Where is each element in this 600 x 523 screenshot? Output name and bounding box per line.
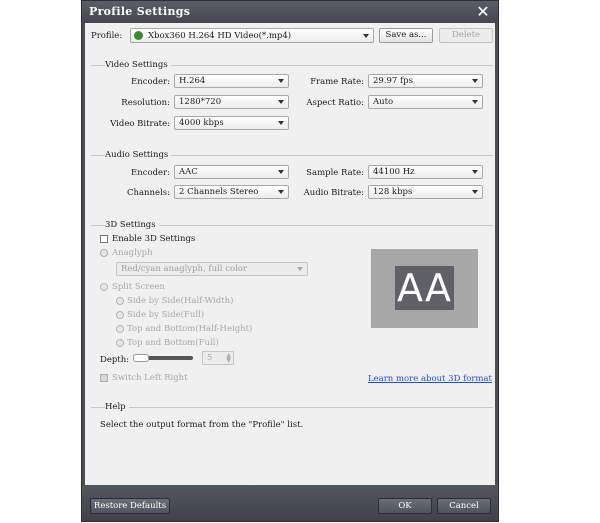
profile-select[interactable]: Xbox360 H.264 HD Video(*.mp4) (130, 28, 374, 43)
help-title: Help (105, 402, 129, 412)
depth-spinbox[interactable]: 5 ▲ ▼ (202, 351, 234, 365)
3d-preview: AA (371, 249, 478, 328)
spin-arrows-icon[interactable]: ▲ ▼ (226, 353, 231, 364)
video-bitrate-select[interactable]: 4000 kbps (174, 116, 289, 130)
delete-button[interactable]: Delete (439, 28, 493, 43)
switch-left-right-label: Switch Left Right (112, 373, 188, 383)
anaglyph-radio[interactable] (100, 249, 108, 257)
video-bitrate-value: 4000 kbps (179, 118, 224, 128)
split-option-label: Side by Side(Full) (127, 310, 205, 320)
help-text: Select the output format from the "Profi… (100, 420, 304, 430)
enable-3d-checkbox[interactable] (100, 235, 108, 243)
split-screen-label: Split Screen (112, 282, 166, 292)
chevron-down-icon (363, 34, 369, 38)
window-title: Profile Settings (89, 5, 191, 18)
learn-more-3d-link[interactable]: Learn more about 3D format (368, 374, 492, 384)
enable-3d-label: Enable 3D Settings (112, 234, 196, 244)
divider (91, 407, 493, 408)
audio-settings-title: Audio Settings (105, 150, 172, 160)
audio-encoder-select[interactable]: AAC (174, 165, 289, 179)
split-option-radio[interactable] (116, 325, 124, 333)
sample-rate-value: 44100 Hz (373, 167, 415, 177)
depth-value: 5 (207, 353, 213, 363)
video-settings-title: Video Settings (105, 60, 171, 70)
anaglyph-value: Red/cyan anaglyph, full color (121, 264, 247, 274)
channels-select[interactable]: 2 Channels Stereo (174, 185, 289, 199)
chevron-down-icon (472, 100, 478, 104)
video-encoder-select[interactable]: H.264 (174, 74, 289, 88)
profile-value: Xbox360 H.264 HD Video(*.mp4) (148, 31, 292, 41)
audio-bitrate-label: Audio Bitrate: (303, 188, 364, 198)
frame-rate-label: Frame Rate: (310, 77, 364, 87)
channels-value: 2 Channels Stereo (179, 187, 259, 197)
sample-rate-select[interactable]: 44100 Hz (368, 165, 483, 179)
video-encoder-value: H.264 (179, 76, 206, 86)
anaglyph-select[interactable]: Red/cyan anaglyph, full color (116, 262, 308, 276)
audio-settings-header: Audio Settings (91, 150, 493, 160)
chevron-down-icon (472, 170, 478, 174)
video-encoder-label: Encoder: (131, 77, 170, 87)
profile-settings-window: Profile Settings ✕ Profile: Xbox360 H.26… (81, 0, 499, 522)
split-option-radio[interactable] (116, 297, 124, 305)
chevron-down-icon (472, 190, 478, 194)
audio-bitrate-value: 128 kbps (373, 187, 413, 197)
3d-preview-text: AA (395, 266, 454, 310)
depth-label: Depth: (100, 355, 130, 365)
split-option-label: Side by Side(Half-Width) (127, 296, 234, 306)
audio-encoder-label: Encoder: (131, 168, 170, 178)
split-screen-radio[interactable] (100, 283, 108, 291)
aspect-ratio-select[interactable]: Auto (368, 95, 483, 109)
chevron-down-icon (297, 267, 303, 271)
dialog-footer: Restore Defaults OK Cancel (82, 485, 498, 521)
switch-left-right-checkbox[interactable] (100, 374, 108, 382)
audio-encoder-value: AAC (179, 167, 198, 177)
3d-settings-title: 3D Settings (105, 220, 159, 230)
close-icon[interactable]: ✕ (474, 2, 492, 22)
depth-slider-track[interactable] (133, 354, 193, 362)
chevron-down-icon (278, 190, 284, 194)
split-option-label: Top and Bottom(Half-Height) (127, 324, 253, 334)
video-settings-header: Video Settings (91, 60, 493, 70)
split-option-radio[interactable] (116, 339, 124, 347)
split-option-label: Top and Bottom(Full) (127, 338, 219, 348)
chevron-down-icon (278, 100, 284, 104)
3d-settings-header: 3D Settings (91, 220, 493, 230)
profile-label: Profile: (91, 31, 123, 41)
video-bitrate-label: Video Bitrate: (110, 119, 170, 129)
chevron-down-icon (278, 170, 284, 174)
resolution-select[interactable]: 1280*720 (174, 95, 289, 109)
aspect-ratio-label: Aspect Ratio: (306, 98, 364, 108)
split-option-radio[interactable] (116, 311, 124, 319)
anaglyph-label: Anaglyph (112, 248, 153, 258)
dialog-body: Profile: Xbox360 H.264 HD Video(*.mp4) S… (85, 23, 495, 485)
chevron-down-icon (472, 79, 478, 83)
xbox-icon (134, 31, 143, 40)
aspect-ratio-value: Auto (373, 97, 394, 107)
audio-bitrate-select[interactable]: 128 kbps (368, 185, 483, 199)
save-as-button[interactable]: Save as... (379, 28, 433, 43)
title-bar: Profile Settings ✕ (82, 1, 498, 23)
frame-rate-value: 29.97 fps (373, 76, 413, 86)
ok-button[interactable]: OK (378, 498, 432, 514)
chevron-down-icon (278, 121, 284, 125)
resolution-label: Resolution: (121, 98, 170, 108)
depth-slider-thumb[interactable] (133, 354, 149, 362)
channels-label: Channels: (127, 188, 170, 198)
resolution-value: 1280*720 (179, 97, 222, 107)
restore-defaults-button[interactable]: Restore Defaults (90, 498, 170, 514)
cancel-button[interactable]: Cancel (437, 498, 491, 514)
help-header: Help (91, 402, 493, 412)
sample-rate-label: Sample Rate: (306, 168, 364, 178)
frame-rate-select[interactable]: 29.97 fps (368, 74, 483, 88)
chevron-down-icon (278, 79, 284, 83)
